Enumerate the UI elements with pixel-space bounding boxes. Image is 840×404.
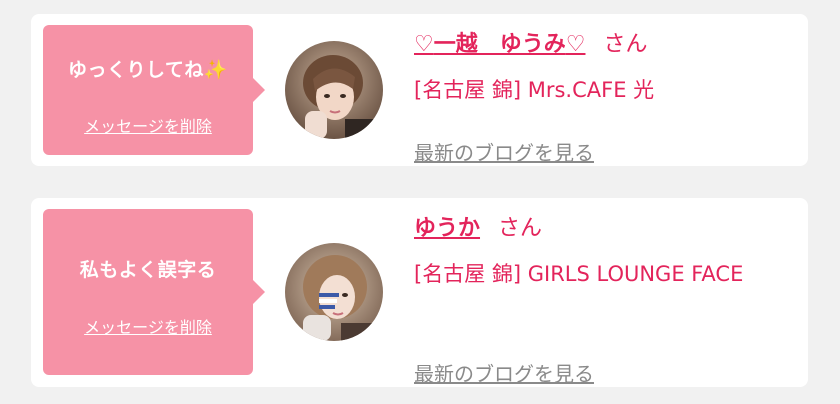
cast-name-line: ♡一越 ゆうみ♡ さん — [414, 30, 792, 60]
delete-message-link[interactable]: メッセージを削除 — [43, 113, 253, 137]
message-bubble: ゆっくりしてね✨ メッセージを削除 — [43, 25, 265, 155]
heart-icon: ♡ — [414, 32, 434, 57]
avatar-photo — [285, 41, 383, 139]
message-text: 私もよく誤字る — [79, 259, 217, 281]
cast-name-link[interactable]: ゆうか — [414, 216, 480, 241]
shop-name: [名古屋 錦] GIRLS LOUNGE FACE — [414, 262, 744, 286]
sparkles-icon: ✨ — [203, 59, 229, 81]
avatar[interactable] — [285, 41, 383, 139]
heart-icon: ♡ — [565, 32, 586, 57]
honorific: さん — [603, 32, 648, 57]
cast-name-link[interactable]: ♡一越 ゆうみ♡ — [414, 32, 585, 57]
latest-blog-link[interactable]: 最新のブログを見る — [414, 358, 594, 387]
cast-info: ♡一越 ゆうみ♡ さん [名古屋 錦] Mrs.CAFE 光 最新のブログを見る — [414, 30, 792, 165]
avatar[interactable] — [285, 243, 383, 341]
delete-message-link[interactable]: メッセージを削除 — [43, 314, 253, 338]
shop-name: [名古屋 錦] Mrs.CAFE 光 — [414, 78, 655, 102]
message-card: 私もよく誤字る メッセージを削除 ゆうか さん [名古屋 錦] GIRLS LO… — [31, 198, 808, 387]
message-card: ゆっくりしてね✨ メッセージを削除 ♡一越 ゆうみ♡ さん [名古屋 錦] Mr… — [31, 14, 808, 166]
cast-name-line: ゆうか さん — [414, 214, 792, 244]
latest-blog-link[interactable]: 最新のブログを見る — [414, 137, 594, 166]
message-text: ゆっくりしてね✨ — [67, 59, 229, 81]
avatar-photo — [285, 243, 383, 341]
honorific: さん — [498, 216, 543, 241]
message-bubble: 私もよく誤字る メッセージを削除 — [43, 209, 265, 375]
cast-info: ゆうか さん [名古屋 錦] GIRLS LOUNGE FACE 最新のブログを見… — [414, 214, 792, 386]
